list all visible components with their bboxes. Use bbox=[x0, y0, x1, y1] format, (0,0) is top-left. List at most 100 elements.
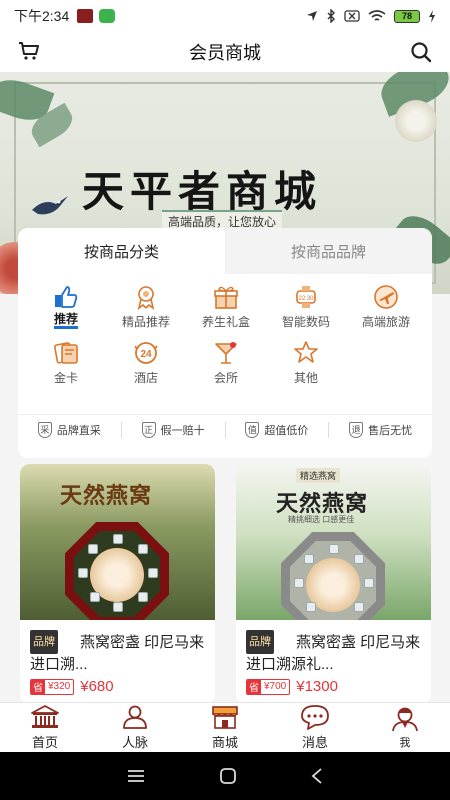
hotel-24h-icon: 24 bbox=[133, 340, 159, 366]
jar-icon bbox=[304, 554, 314, 564]
gold-card-icon bbox=[53, 340, 79, 366]
message-icon bbox=[301, 705, 329, 730]
product-card[interactable]: 天然燕窝 品牌 燕窝密盏 印尼马来进口溯... 省 ¥320 ¥680 bbox=[20, 464, 215, 704]
jar-icon bbox=[294, 578, 304, 588]
category-premium[interactable]: 精品推荐 bbox=[106, 284, 186, 334]
savings-prefix: 省 bbox=[31, 679, 45, 694]
product-image-subtitle: 精挑细选 口感更佳 bbox=[288, 515, 355, 524]
brand-badge: 品牌 bbox=[30, 630, 58, 654]
category-label: 其他 bbox=[293, 371, 318, 385]
guarantee-item: 值 超值低价 bbox=[226, 421, 330, 438]
contacts-icon bbox=[123, 705, 147, 729]
app-screen: 下午2:34 78 会员商城 天平者商城 高端品质，让您放心 按商品分类 按商品… bbox=[0, 0, 450, 800]
category-recommend[interactable]: 推荐 bbox=[26, 284, 106, 334]
product-image: 天然燕窝 bbox=[20, 464, 215, 620]
guarantee-label: 超值低价 bbox=[264, 424, 309, 437]
product-name-block: 品牌 燕窝密盏 印尼马来进口溯... bbox=[20, 620, 215, 674]
category-card: 按商品分类 按商品品牌 推荐 精品推荐 养生礼盒 22:30 智能数码 高端旅游… bbox=[18, 228, 432, 458]
jar-icon bbox=[354, 602, 364, 612]
category-luxury-travel[interactable]: 高端旅游 bbox=[346, 284, 426, 334]
charging-icon bbox=[429, 9, 435, 23]
tab-by-brand[interactable]: 按商品品牌 bbox=[225, 228, 432, 274]
product-card[interactable]: 精选燕窝 天然燕窝 精挑细选 口感更佳 品牌 燕窝密盏 印尼马来进口溯源礼... … bbox=[236, 464, 431, 704]
product-name-block: 品牌 燕窝密盏 印尼马来进口溯源礼... bbox=[236, 620, 431, 674]
category-club[interactable]: 会所 bbox=[186, 340, 266, 390]
category-label: 养生礼盒 bbox=[201, 315, 250, 329]
nav-shop[interactable]: 商城 bbox=[180, 703, 270, 752]
nav-messages[interactable]: 消息 bbox=[270, 703, 360, 752]
shop-icon bbox=[212, 706, 238, 729]
status-bar: 下午2:34 78 bbox=[0, 0, 450, 32]
product-image-tag: 精选燕窝 bbox=[296, 468, 341, 483]
home-bank-icon bbox=[31, 705, 59, 728]
jar-icon bbox=[113, 602, 123, 612]
category-gold-card[interactable]: 金卡 bbox=[26, 340, 106, 390]
airplane-icon bbox=[373, 284, 399, 310]
savings-amount: ¥700 bbox=[264, 681, 287, 692]
svg-text:22:30: 22:30 bbox=[298, 296, 314, 302]
product-image-title: 天然燕窝 bbox=[60, 483, 153, 509]
cart-icon[interactable] bbox=[18, 41, 40, 66]
nav-contacts[interactable]: 人脉 bbox=[90, 703, 180, 752]
bluetooth-icon bbox=[327, 9, 335, 23]
system-nav-bar bbox=[0, 752, 450, 800]
jar-icon bbox=[148, 568, 158, 578]
tab-by-category[interactable]: 按商品分类 bbox=[18, 228, 225, 274]
category-other[interactable]: 其他 bbox=[266, 340, 346, 390]
bottom-nav: 首页 人脉 商城 消息 我 bbox=[0, 702, 450, 752]
guarantee-item: 采 品牌直采 bbox=[18, 421, 122, 438]
category-grid: 推荐 精品推荐 养生礼盒 22:30 智能数码 高端旅游 金卡 24 酒店 会所… bbox=[26, 284, 426, 390]
nav-profile[interactable]: 我 bbox=[360, 703, 450, 752]
product-image: 精选燕窝 天然燕窝 精挑细选 口感更佳 bbox=[236, 464, 431, 620]
sim-off-icon bbox=[344, 10, 360, 22]
guarantee-label: 售后无忧 bbox=[368, 424, 413, 437]
jar-icon bbox=[138, 544, 148, 554]
jar-icon bbox=[364, 578, 374, 588]
category-label: 高端旅游 bbox=[361, 315, 410, 329]
gift-box-icon bbox=[213, 284, 239, 310]
price-row: 省 ¥700 ¥1300 bbox=[236, 674, 431, 699]
cocktail-icon bbox=[213, 340, 239, 366]
battery-indicator: 78 bbox=[394, 9, 420, 23]
guarantee-label: 品牌直采 bbox=[56, 424, 101, 437]
category-tabs: 按商品分类 按商品品牌 bbox=[18, 228, 432, 274]
guarantee-bar: 采 品牌直采 正 假一赔十 值 超值低价 退 售后无忧 bbox=[18, 414, 432, 444]
shield-icon: 值 bbox=[245, 421, 260, 438]
category-label: 推荐 bbox=[53, 313, 78, 329]
shield-icon: 正 bbox=[141, 421, 156, 438]
jar-icon bbox=[113, 534, 123, 544]
category-hotel[interactable]: 24 酒店 bbox=[106, 340, 186, 390]
guarantee-label: 假一赔十 bbox=[160, 424, 205, 437]
nav-label: 我 bbox=[399, 736, 411, 749]
guarantee-item: 正 假一赔十 bbox=[122, 421, 226, 438]
jar-icon bbox=[88, 544, 98, 554]
nav-label: 商城 bbox=[211, 735, 238, 750]
shield-icon: 退 bbox=[349, 421, 364, 438]
award-icon bbox=[133, 284, 159, 310]
nav-label: 首页 bbox=[31, 735, 58, 750]
price-row: 省 ¥320 ¥680 bbox=[20, 674, 215, 699]
jar-icon bbox=[306, 602, 316, 612]
page-title: 会员商城 bbox=[189, 43, 261, 63]
savings-tag: 省 ¥320 bbox=[30, 678, 75, 695]
menu-icon[interactable] bbox=[126, 768, 146, 784]
search-icon[interactable] bbox=[410, 41, 432, 68]
star-outline-icon bbox=[293, 340, 319, 366]
flower-decoration bbox=[395, 100, 437, 142]
nav-home[interactable]: 首页 bbox=[0, 703, 90, 752]
category-label: 金卡 bbox=[53, 371, 78, 385]
location-icon bbox=[307, 11, 317, 21]
back-icon[interactable] bbox=[310, 767, 324, 785]
nav-label: 消息 bbox=[301, 735, 328, 750]
nav-label: 人脉 bbox=[121, 735, 148, 750]
category-health-gift[interactable]: 养生礼盒 bbox=[186, 284, 266, 334]
category-label: 酒店 bbox=[133, 371, 158, 385]
savings-amount: ¥320 bbox=[48, 681, 71, 692]
product-price: ¥1300 bbox=[296, 678, 338, 695]
wechat-notification-icon bbox=[99, 9, 116, 23]
category-label: 会所 bbox=[213, 371, 238, 385]
jar-icon bbox=[90, 592, 100, 602]
home-button-icon[interactable] bbox=[219, 767, 237, 785]
profile-icon bbox=[392, 707, 418, 731]
category-smart-digital[interactable]: 22:30 智能数码 bbox=[266, 284, 346, 334]
